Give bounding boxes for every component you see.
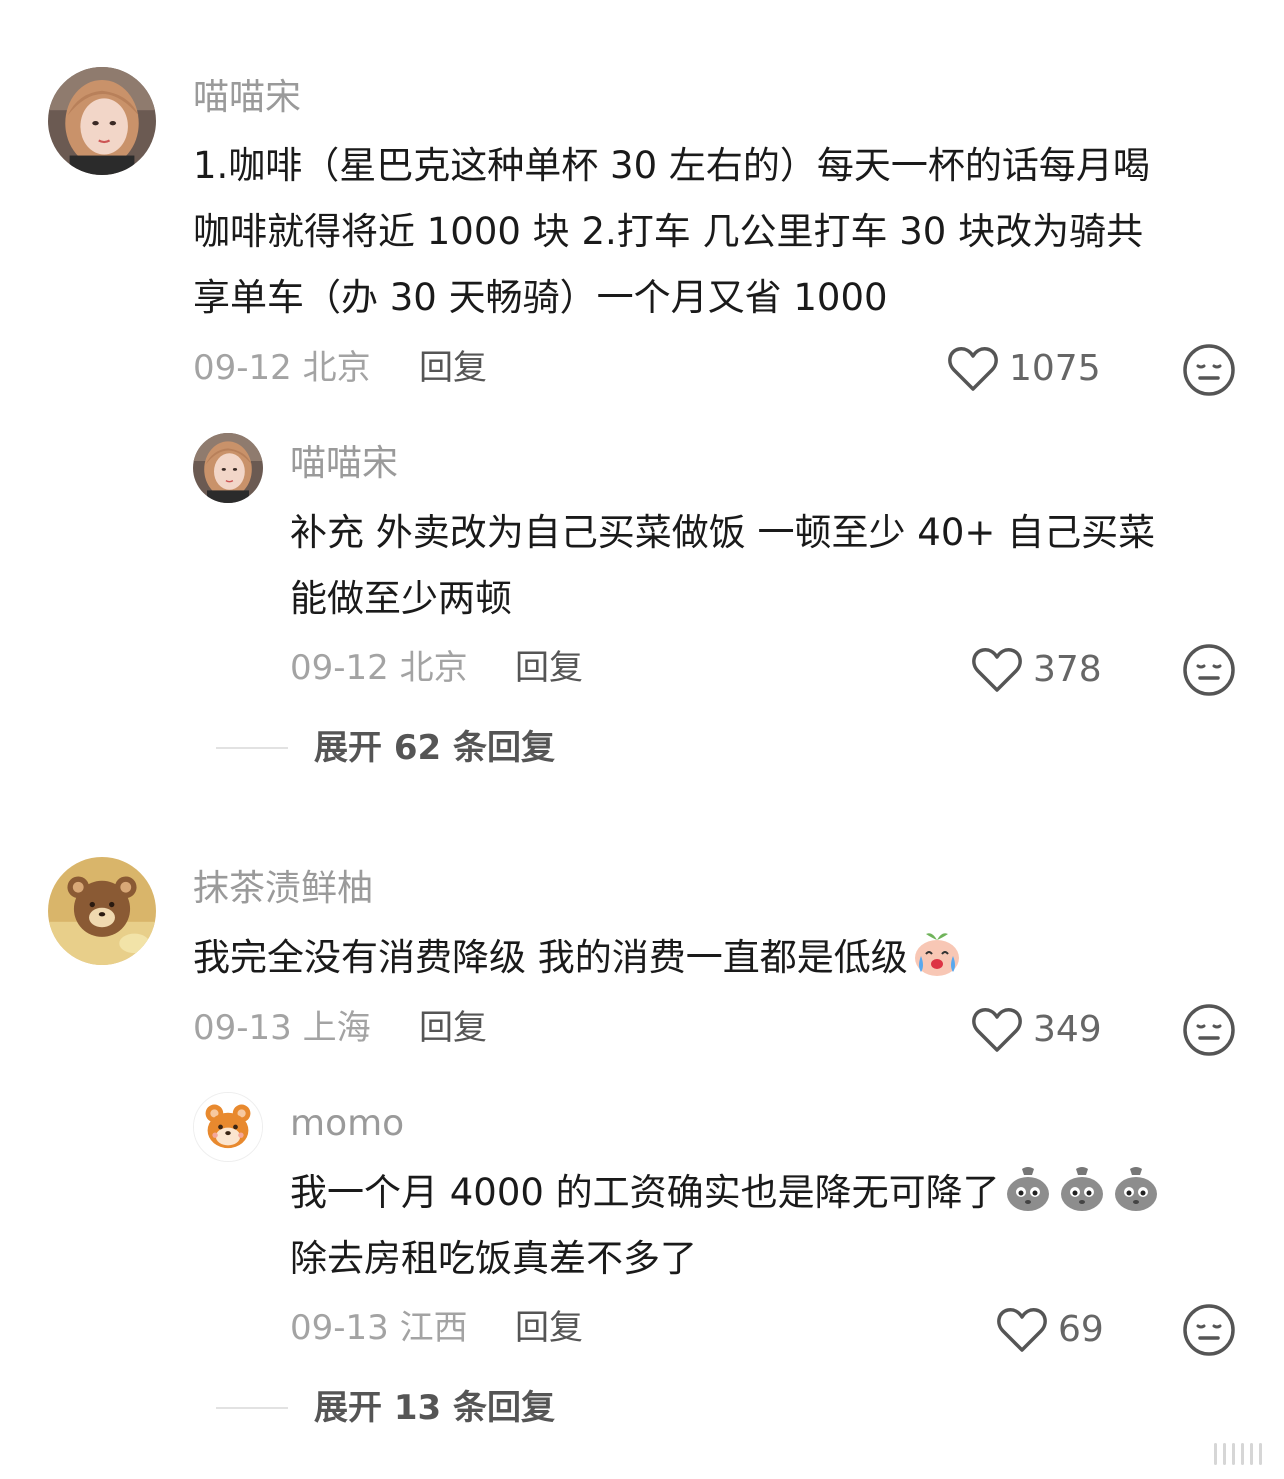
expand-replies-label: 展开 62 条回复: [314, 728, 555, 768]
username[interactable]: momo: [290, 1106, 404, 1142]
reply-text-line: 除去房租吃饭真差不多了: [290, 1237, 697, 1280]
reply-text-line: 补充 外卖改为自己买菜做饭 一顿至少 40+ 自己买菜: [290, 511, 1156, 554]
neutral-face-icon[interactable]: [1182, 1303, 1236, 1357]
comment-date: 09-12: [193, 348, 292, 388]
expand-replies-button[interactable]: 展开 13 条回复: [216, 1391, 555, 1425]
avatar[interactable]: [193, 1092, 263, 1162]
reply-button[interactable]: 回复: [515, 651, 583, 685]
comment-text-line: 享单车（办 30 天畅骑）一个月又省 1000: [193, 276, 888, 319]
comment-meta: 09-12 北京: [193, 351, 371, 385]
avatar[interactable]: [48, 857, 156, 965]
like-button[interactable]: 378: [971, 646, 1102, 694]
comment-location: 北京: [302, 348, 371, 388]
reply-text: 我一个月 4000 的工资确实也是降无可降了 除去房租吃饭真差不多了: [290, 1160, 1250, 1292]
heart-outline-icon: [948, 347, 998, 391]
comment-meta: 09-13 上海: [193, 1011, 371, 1045]
like-button[interactable]: 349: [971, 1006, 1102, 1054]
comment-text-line: 1.咖啡（星巴克这种单杯 30 左右的）每天一杯的话每月喝: [193, 144, 1150, 187]
divider: [216, 747, 288, 749]
avatar[interactable]: [193, 433, 263, 503]
neutral-face-icon[interactable]: [1182, 643, 1236, 697]
like-count: 1075: [1009, 348, 1101, 389]
comment-text-span: 我完全没有消费降级 我的消费一直都是低级: [193, 936, 908, 979]
like-count: 378: [1033, 649, 1102, 690]
divider: [216, 1407, 288, 1409]
reply-button[interactable]: 回复: [419, 1011, 487, 1045]
sweating-sack-emoji-icon: [1060, 1167, 1103, 1211]
sweating-sack-emoji-icon: [1006, 1167, 1049, 1211]
heart-outline-icon: [972, 648, 1022, 692]
reply-text: 补充 外卖改为自己买菜做饭 一顿至少 40+ 自己买菜 能做至少两顿: [290, 500, 1250, 632]
comment-text: 1.咖啡（星巴克这种单杯 30 左右的）每天一杯的话每月喝 咖啡就得将近 100…: [193, 133, 1253, 331]
neutral-face-icon[interactable]: [1182, 343, 1236, 397]
expand-replies-label: 展开 13 条回复: [314, 1388, 555, 1428]
reply-location: 江西: [399, 1308, 468, 1348]
like-count: 69: [1058, 1309, 1104, 1350]
sweating-sack-emoji-icon: [1114, 1167, 1157, 1211]
reply-meta: 09-13 江西: [290, 1311, 468, 1345]
comment-text-line: 咖啡就得将近 1000 块 2.打车 几公里打车 30 块改为骑共: [193, 210, 1144, 253]
reply-button[interactable]: 回复: [419, 351, 487, 385]
like-count: 349: [1033, 1009, 1102, 1050]
reply-location: 北京: [399, 648, 468, 688]
username[interactable]: 喵喵宋: [193, 80, 301, 116]
reply-date: 09-13: [290, 1308, 389, 1348]
reply-meta: 09-12 北京: [290, 651, 468, 685]
heart-outline-icon: [972, 1008, 1022, 1052]
username[interactable]: 抹茶渍鲜柚: [193, 871, 373, 907]
comment-date: 09-13: [193, 1008, 292, 1048]
like-button[interactable]: 1075: [947, 345, 1101, 393]
scrollbar[interactable]: [1214, 1443, 1262, 1465]
neutral-face-icon[interactable]: [1182, 1003, 1236, 1057]
reply-button[interactable]: 回复: [515, 1311, 583, 1345]
reply-text-span: 我一个月 4000 的工资确实也是降无可降了: [290, 1171, 1000, 1214]
like-button[interactable]: 69: [996, 1306, 1104, 1354]
reply-text-line: 我一个月 4000 的工资确实也是降无可降了: [290, 1160, 1250, 1226]
expand-replies-button[interactable]: 展开 62 条回复: [216, 731, 555, 765]
avatar[interactable]: [48, 67, 156, 175]
reply-text-line: 能做至少两顿: [290, 577, 512, 620]
crying-peach-emoji-icon: [914, 933, 959, 976]
comment-text: 我完全没有消费降级 我的消费一直都是低级: [193, 925, 1253, 991]
heart-outline-icon: [997, 1308, 1047, 1352]
comment-text-line: 我完全没有消费降级 我的消费一直都是低级: [193, 925, 1253, 991]
username[interactable]: 喵喵宋: [290, 446, 398, 482]
reply-date: 09-12: [290, 648, 389, 688]
comment-location: 上海: [302, 1008, 371, 1048]
